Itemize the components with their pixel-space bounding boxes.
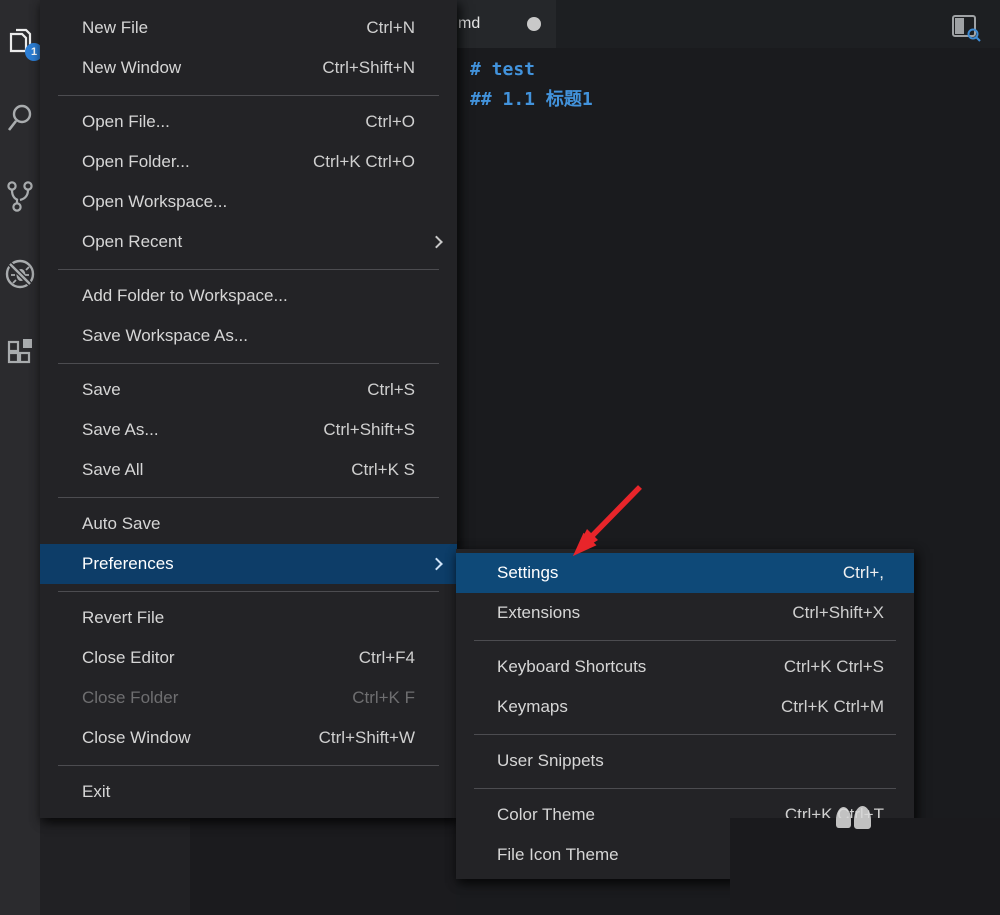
- markdown-preview-icon[interactable]: [950, 13, 982, 43]
- menu-item-open-folder[interactable]: Open Folder... Ctrl+K Ctrl+O: [40, 142, 457, 182]
- submenu-item-keyboard-shortcuts[interactable]: Keyboard Shortcuts Ctrl+K Ctrl+S: [456, 647, 914, 687]
- menu-item-revert-file[interactable]: Revert File: [40, 598, 457, 638]
- tab-label: md: [456, 15, 480, 33]
- code-line-2: ## 1.1 标题1: [470, 89, 593, 110]
- file-menu: New File Ctrl+N New Window Ctrl+Shift+N …: [40, 0, 457, 818]
- menu-item-save-as[interactable]: Save As... Ctrl+Shift+S: [40, 410, 457, 450]
- menu-item-auto-save[interactable]: Auto Save: [40, 504, 457, 544]
- menu-item-exit[interactable]: Exit: [40, 772, 457, 812]
- overlay-dark-region: [730, 818, 1000, 915]
- menu-separator: [456, 727, 914, 741]
- menu-item-add-folder-to-workspace[interactable]: Add Folder to Workspace...: [40, 276, 457, 316]
- menu-item-close-editor[interactable]: Close Editor Ctrl+F4: [40, 638, 457, 678]
- submenu-chevron-icon: [430, 558, 443, 571]
- red-annotation-arrow: [540, 470, 670, 580]
- menu-separator: [40, 262, 457, 276]
- menu-item-save[interactable]: Save Ctrl+S: [40, 370, 457, 410]
- debug-disabled-icon: [3, 257, 37, 291]
- menu-separator: [40, 88, 457, 102]
- menu-separator: [40, 490, 457, 504]
- code-line-1: # test: [470, 59, 535, 80]
- menu-separator: [456, 781, 914, 795]
- submenu-chevron-icon: [430, 236, 443, 249]
- cursor-artifact-icon: [836, 807, 851, 828]
- unsaved-dot-icon[interactable]: [527, 17, 541, 31]
- activity-bar: 1: [0, 0, 40, 915]
- submenu-item-settings[interactable]: Settings Ctrl+,: [456, 553, 914, 593]
- menu-item-open-file[interactable]: Open File... Ctrl+O: [40, 102, 457, 142]
- search-icon: [4, 102, 36, 134]
- menu-item-close-folder: Close Folder Ctrl+K F: [40, 678, 457, 718]
- menu-item-close-window[interactable]: Close Window Ctrl+Shift+W: [40, 718, 457, 758]
- editor-tab-md[interactable]: md: [456, 0, 556, 48]
- submenu-item-extensions[interactable]: Extensions Ctrl+Shift+X: [456, 593, 914, 633]
- activity-item-debug[interactable]: [0, 246, 40, 302]
- menu-separator: [40, 584, 457, 598]
- submenu-item-user-snippets[interactable]: User Snippets: [456, 741, 914, 781]
- cursor-artifact-icon: [854, 806, 871, 829]
- menu-item-new-window[interactable]: New Window Ctrl+Shift+N: [40, 48, 457, 88]
- markdown-source-text[interactable]: # test ## 1.1 标题1: [470, 55, 593, 115]
- menu-separator: [456, 633, 914, 647]
- menu-item-open-recent[interactable]: Open Recent: [40, 222, 457, 262]
- source-control-icon: [4, 179, 36, 213]
- menu-item-new-file[interactable]: New File Ctrl+N: [40, 8, 457, 48]
- extensions-icon: [4, 336, 36, 368]
- activity-item-extensions[interactable]: [0, 324, 40, 380]
- menu-separator: [40, 356, 457, 370]
- menu-separator: [40, 758, 457, 772]
- menu-item-preferences[interactable]: Preferences: [40, 544, 457, 584]
- activity-item-search[interactable]: [0, 90, 40, 146]
- submenu-item-keymaps[interactable]: Keymaps Ctrl+K Ctrl+M: [456, 687, 914, 727]
- menu-item-save-all[interactable]: Save All Ctrl+K S: [40, 450, 457, 490]
- activity-item-source-control[interactable]: [0, 168, 40, 224]
- menu-item-open-workspace[interactable]: Open Workspace...: [40, 182, 457, 222]
- menu-item-save-workspace-as[interactable]: Save Workspace As...: [40, 316, 457, 356]
